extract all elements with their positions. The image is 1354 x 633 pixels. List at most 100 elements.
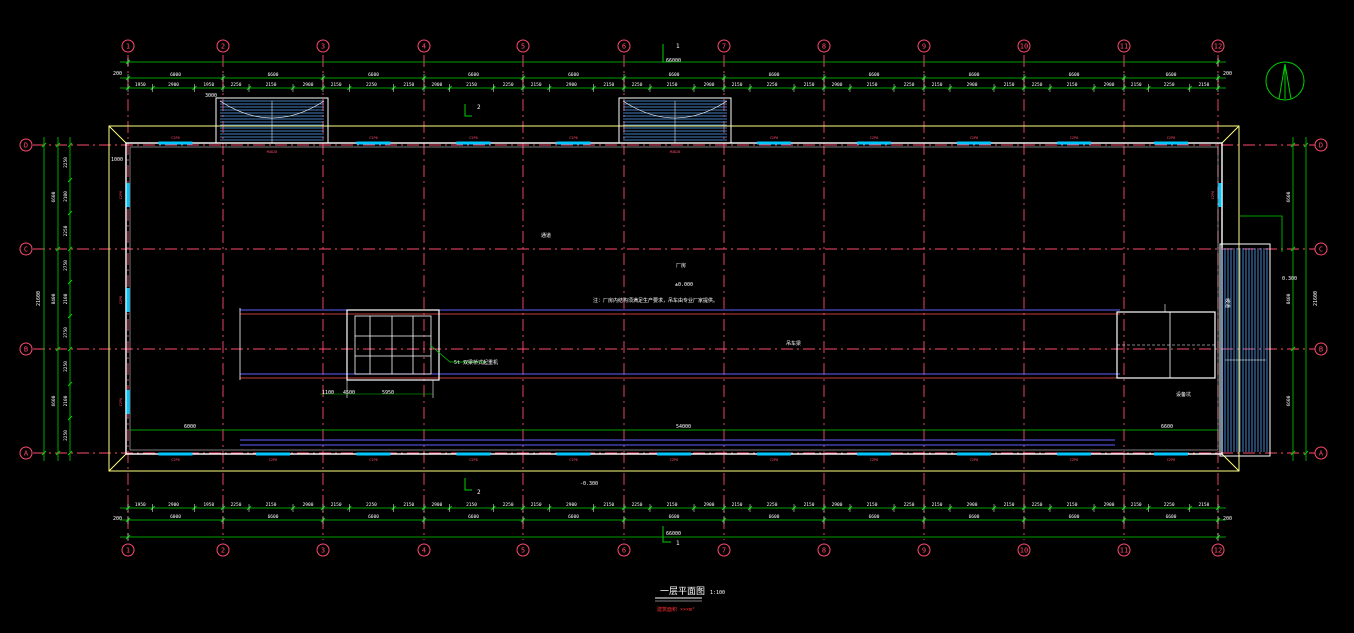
detail-dim-top-text: 2250 [1032,82,1043,88]
window-side [126,183,130,207]
north-arrow-icon [1265,61,1305,101]
detail-dim-top-text: 2250 [904,82,915,88]
detail-dim-top-text: 2900 [967,82,978,88]
equipment-pit [1116,304,1216,379]
bay-dim-top-text: 6600 [1069,72,1080,78]
window-tag: C2P6 [1167,136,1175,140]
window-tag: C2P6 [569,136,577,140]
axis-label-A: A [24,450,29,458]
window-tag: C2P6 [369,136,377,140]
end-offset-bottom-left: 200 [113,516,122,522]
detail-dim-top-text: 2150 [466,82,477,88]
label-ramp: 坡道 [1224,298,1231,308]
axis-label-A: A [1319,450,1324,458]
axis-label-4: 4 [422,547,426,555]
detail-dim-top-text: 2900 [168,82,179,88]
axis-label-11: 11 [1120,43,1128,51]
detail-dim-top-text: 2150 [804,82,815,88]
axis-label-1: 1 [126,43,130,51]
detail-dim-bottom-text: 2900 [832,502,843,508]
label-note: 注：厂房内结构须满足生产要求，吊车由专业厂家提供。 [593,297,718,304]
detail-dim-bottom-text: 2150 [932,502,943,508]
label-crane-offset: 1100 [322,390,334,396]
window [1057,141,1091,145]
section-mark-2-top: 2 [477,104,481,111]
label-aisle: 通道 [541,232,551,239]
axis-label-12: 12 [1214,547,1222,555]
detail-dim-bottom-text: 2150 [531,502,542,508]
label-right-level: 0.300 [1282,276,1297,282]
detail-dim-bottom-text: 2150 [667,502,678,508]
left-dim-text: 8400 [51,293,57,304]
window [1057,452,1091,456]
total-dim-top: 66000 [666,58,681,64]
detail-dim-bottom-text: 2250 [366,502,377,508]
window [356,141,391,145]
detail-dim-top-text: 2150 [867,82,878,88]
left-sub-dim-text: 2100 [63,191,69,202]
detail-dim-top-text: 2150 [266,82,277,88]
axis-label-9: 9 [922,43,926,51]
window-tag: C2P6 [171,458,179,462]
axis-label-9: 9 [922,547,926,555]
axis-label-10: 10 [1020,547,1028,555]
detail-dim-top-text: 2150 [732,82,743,88]
window-tag: C2P6 [569,458,577,462]
left-sub-dim-text: 2100 [63,293,69,304]
window-tag: C2P6 [770,458,778,462]
right-total-dim: 21600 [1313,291,1319,306]
bay-dim-top-text: 6600 [268,72,279,78]
total-dim-bottom: 66000 [666,531,681,537]
detail-dim-top-text: 2250 [231,82,242,88]
axis-label-12: 12 [1214,43,1222,51]
detail-dim-top-text: 2150 [403,82,414,88]
door-tag: M4028 [670,150,681,154]
axis-label-1: 1 [126,547,130,555]
bay-dim-bottom-text: 6600 [468,514,479,520]
detail-dim-top-text: 2250 [503,82,514,88]
detail-dim-top-text: 2150 [603,82,614,88]
window [158,452,193,456]
detail-dim-top-text: 2150 [1198,82,1209,88]
crane-rails [130,308,1218,446]
detail-dim-top-text: 2900 [1104,82,1115,88]
axis-label-7: 7 [722,547,726,555]
bay-dim-top-text: 6600 [368,72,379,78]
axis-label-B: B [24,346,28,354]
detail-dim-top-text: 2250 [366,82,377,88]
axis-label-2: 2 [221,547,225,555]
right-dim-text: 6600 [1286,395,1292,406]
window [556,452,591,456]
detail-dim-bottom-text: 2900 [431,502,442,508]
window [757,141,791,145]
end-offset-bottom-right: 200 [1223,516,1232,522]
inner-dim-3: 6600 [1161,424,1173,430]
left-sub-dim-text: 2250 [63,430,69,441]
detail-dim-bottom-text: 2150 [732,502,743,508]
detail-dim-bottom-text: 2250 [767,502,778,508]
detail-dim-bottom-text: 2150 [603,502,614,508]
detail-dim-bottom-text: 1950 [135,502,146,508]
window [857,452,891,456]
left-sub-dim-text: 2250 [63,361,69,372]
window-tag: C2P6 [469,458,477,462]
detail-dim-bottom-text: 2150 [466,502,477,508]
window-tag: C2P6 [119,191,123,199]
axis-label-D: D [1319,142,1323,150]
detail-dim-bottom-text: 2250 [1164,502,1175,508]
bay-dim-top-text: 6600 [568,72,579,78]
detail-dim-top-text: 2150 [331,82,342,88]
detail-dim-top-text: 2150 [531,82,542,88]
window [957,452,991,456]
label-pit: 设备坑 [1176,391,1191,398]
window [456,452,491,456]
axis-label-B: B [1319,346,1323,354]
label-level: ±0.000 [675,282,693,288]
window-side [1218,183,1222,207]
cad-drawing-canvas: 112233445566778899101011111212D DC CB BA A 6… [19,39,1328,613]
left-sub-dim-text: 2100 [63,395,69,406]
crane-trolley [320,309,486,398]
detail-dim-bottom-text: 2900 [704,502,715,508]
door-width: 1000 [111,157,123,163]
left-total-dim: 21600 [36,291,42,306]
